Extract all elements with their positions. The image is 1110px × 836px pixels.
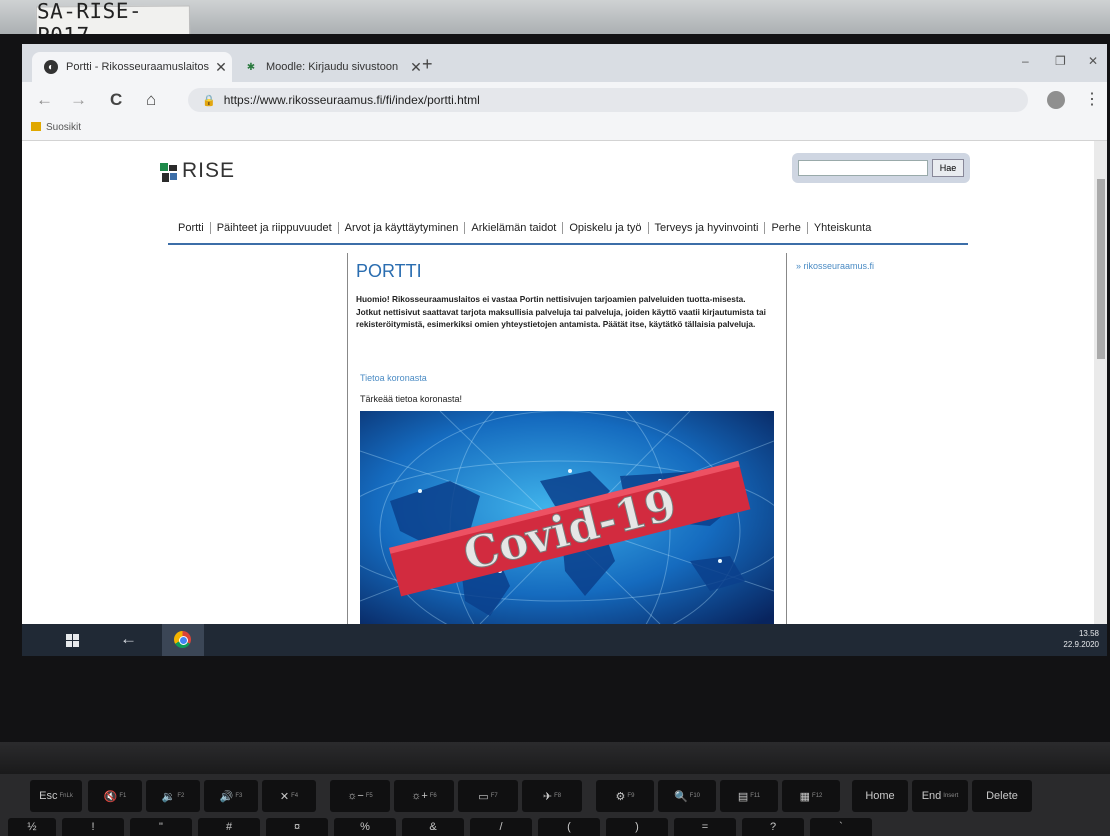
- profile-avatar-icon[interactable]: [1047, 91, 1065, 109]
- tab-moodle[interactable]: ✱ Moodle: Kirjaudu sivustoon ✕: [232, 52, 427, 82]
- key-f7: ▭ F7: [458, 780, 518, 812]
- key-f2: 🔉 F2: [146, 780, 200, 812]
- forward-button[interactable]: →: [70, 90, 87, 110]
- key-home: Home: [852, 780, 908, 812]
- key-8: (: [538, 818, 600, 836]
- screen: ◐ Portti - Rikosseuraamuslaitos ✕ ✱ Mood…: [22, 44, 1107, 656]
- site-search: Hae: [792, 153, 970, 183]
- key-plus: ?: [742, 818, 804, 836]
- key-esc: Esc FnLk: [30, 780, 82, 812]
- scrollbar-thumb[interactable]: [1097, 179, 1105, 359]
- tab-bar: ◐ Portti - Rikosseuraamuslaitos ✕ ✱ Mood…: [22, 44, 1107, 82]
- search-input[interactable]: [798, 160, 928, 176]
- lock-icon: 🔒: [202, 94, 216, 107]
- moodle-favicon: ✱: [246, 61, 256, 73]
- corona-info-link[interactable]: Tietoa koronasta: [360, 373, 427, 383]
- nav-item-arvot[interactable]: Arvot ja käyttäytyminen: [337, 222, 465, 234]
- page-viewport: RISE Hae Portti Päihteet ja riippuvuudet…: [22, 141, 1094, 624]
- logo-text: RISE: [182, 159, 236, 182]
- logo-mark-icon: [160, 163, 178, 183]
- rikosseuraamus-link[interactable]: » rikosseuraamus.fi: [796, 261, 874, 271]
- key-0: =: [674, 818, 736, 836]
- key-f12: ▦ F12: [782, 780, 840, 812]
- key-5: %: [334, 818, 396, 836]
- key-1: !: [62, 818, 124, 836]
- tab-portti[interactable]: ◐ Portti - Rikosseuraamuslaitos ✕: [32, 52, 232, 82]
- nav-item-terveys[interactable]: Terveys ja hyvinvointi: [647, 222, 765, 234]
- key-f11: ▤ F11: [720, 780, 778, 812]
- clock-date: 22.9.2020: [1063, 640, 1099, 649]
- nav-item-paihteet[interactable]: Päihteet ja riippuvuudet: [209, 222, 338, 234]
- key-f9: ⚙ F9: [596, 780, 654, 812]
- nav-item-arkielama[interactable]: Arkielämän taidot: [464, 222, 562, 234]
- home-button[interactable]: ⌂: [146, 90, 156, 110]
- portti-favicon: ◐: [44, 60, 58, 74]
- key-delete: Delete: [972, 780, 1032, 812]
- key-f10: 🔍 F10: [658, 780, 716, 812]
- windows-taskbar: ← 13.58 22.9.2020: [22, 624, 1107, 656]
- nav-item-perhe[interactable]: Perhe: [764, 222, 806, 234]
- nav-item-yhteiskunta[interactable]: Yhteiskunta: [806, 222, 877, 234]
- chrome-taskbar-icon[interactable]: [162, 624, 204, 656]
- back-button[interactable]: ←: [36, 90, 53, 110]
- address-bar[interactable]: 🔒 https://www.rikosseuraamus.fi/fi/index…: [188, 88, 1028, 112]
- nav-item-portti[interactable]: Portti: [168, 222, 210, 234]
- key-acute: `: [810, 818, 872, 836]
- tab-title: Portti - Rikosseuraamuslaitos: [66, 61, 210, 73]
- key-f3: 🔊 F3: [204, 780, 258, 812]
- rise-logo[interactable]: RISE: [160, 159, 235, 183]
- key-6: &: [402, 818, 464, 836]
- menu-icon[interactable]: ⋮: [1084, 89, 1100, 109]
- key-f1: 🔇 F1: [88, 780, 142, 812]
- browser-toolbar: ← → C ⌂ 🔒 https://www.rikosseuraamus.fi/…: [22, 82, 1107, 118]
- bookmark-suosikit[interactable]: Suosikit: [46, 122, 81, 133]
- minimize-button[interactable]: –: [1022, 54, 1029, 68]
- key-half: ½: [8, 818, 56, 836]
- url-text: https://www.rikosseuraamus.fi/fi/index/p…: [223, 93, 480, 107]
- maximize-button[interactable]: ❐: [1055, 54, 1066, 68]
- key-f8: ✈ F8: [522, 780, 582, 812]
- clock-time: 13.58: [1078, 629, 1099, 638]
- key-3: #: [198, 818, 260, 836]
- covid-image: Covid-19: [360, 411, 774, 624]
- main-navigation: Portti Päihteet ja riippuvuudet Arvot ja…: [168, 213, 968, 245]
- tab-title: Moodle: Kirjaudu sivustoon: [266, 61, 399, 73]
- reload-button[interactable]: C: [110, 90, 122, 110]
- taskbar-back-icon[interactable]: ←: [120, 629, 137, 649]
- key-f6: ☼+ F6: [394, 780, 454, 812]
- folder-icon: [31, 122, 41, 131]
- search-button[interactable]: Hae: [932, 159, 964, 177]
- key-7: /: [470, 818, 532, 836]
- key-9: ): [606, 818, 668, 836]
- key-f4: ✕ F4: [262, 780, 316, 812]
- laptop-hinge: [0, 742, 1110, 774]
- key-f5: ☼− F5: [330, 780, 390, 812]
- key-4: ¤: [266, 818, 328, 836]
- key-2: ": [130, 818, 192, 836]
- main-content: PORTTI Huomio! Rikosseuraamuslaitos ei v…: [347, 253, 787, 624]
- system-clock[interactable]: 13.58 22.9.2020: [1063, 628, 1099, 650]
- notice-text: Huomio! Rikosseuraamuslaitos ei vastaa P…: [356, 294, 766, 330]
- close-window-button[interactable]: ✕: [1088, 54, 1098, 68]
- page-title: PORTTI: [356, 261, 422, 281]
- new-tab-button[interactable]: +: [422, 54, 433, 75]
- bookmarks-bar: Suosikit: [22, 118, 1107, 141]
- windows-start-icon[interactable]: [66, 634, 79, 647]
- nav-item-opiskelu[interactable]: Opiskelu ja työ: [562, 222, 647, 234]
- corona-text: Tärkeää tietoa koronasta!: [360, 394, 463, 404]
- key-end: End Insert: [912, 780, 968, 812]
- tab-close-icon[interactable]: ✕: [210, 59, 232, 76]
